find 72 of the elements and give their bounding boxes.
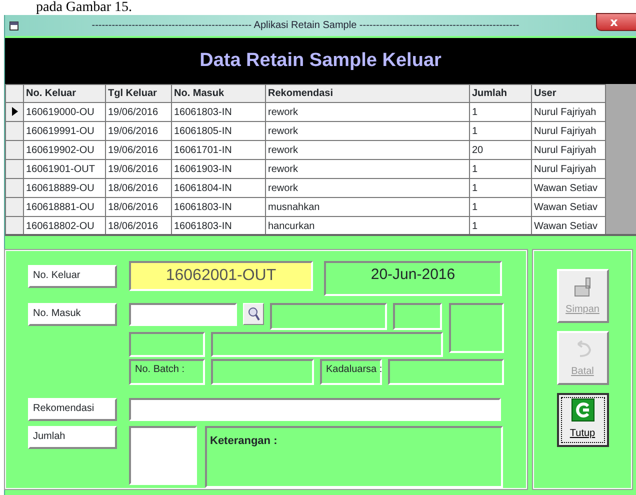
column-header[interactable]: No. Keluar bbox=[24, 84, 106, 102]
table-cell: Nurul Fajriyah bbox=[532, 122, 606, 140]
table-cell: 160618802-OU bbox=[24, 216, 106, 234]
table-cell: 160618889-OU bbox=[24, 178, 106, 198]
table-cell: 1 bbox=[470, 102, 532, 122]
table-cell: 16061803-IN bbox=[172, 198, 266, 216]
text-input[interactable] bbox=[129, 303, 237, 326]
table-cell: 16061805-IN bbox=[172, 122, 266, 140]
table-cell: Nurul Fajriyah bbox=[532, 140, 606, 160]
table-cell: Wawan Setiav bbox=[532, 216, 606, 234]
column-header[interactable]: Rekomendasi bbox=[266, 84, 470, 102]
table-cell: rework bbox=[266, 102, 470, 122]
display-field bbox=[449, 303, 504, 353]
number-field: 16062001-OUT bbox=[129, 261, 313, 291]
table-cell: 18/06/2016 bbox=[106, 178, 172, 198]
table-cell: Nurul Fajriyah bbox=[532, 102, 606, 122]
field-label: Rekomendasi bbox=[28, 398, 117, 421]
table-cell: 18/06/2016 bbox=[106, 216, 172, 234]
table-cell: 16061803-IN bbox=[172, 216, 266, 234]
text-area[interactable] bbox=[129, 426, 197, 485]
date-field: 20-Jun-2016 bbox=[324, 261, 502, 296]
field-label: Kadaluarsa : bbox=[320, 359, 382, 385]
table-cell: 1 bbox=[470, 216, 532, 234]
table-cell: 16061701-IN bbox=[172, 140, 266, 160]
column-header[interactable]: Jumlah bbox=[470, 84, 532, 102]
table-cell: 20 bbox=[470, 140, 532, 160]
table-cell: rework bbox=[266, 178, 470, 198]
caption-text: pada Gambar 15. bbox=[35, 0, 134, 15]
search-button[interactable] bbox=[243, 303, 264, 325]
page-heading: Data Retain Sample Keluar bbox=[5, 38, 636, 84]
column-header[interactable]: No. Masuk bbox=[172, 84, 266, 102]
close-button[interactable]: x bbox=[596, 13, 636, 31]
app-icon bbox=[9, 20, 19, 30]
field-label: No. Masuk bbox=[28, 303, 117, 326]
window-title: ------------------------------------------------ Aplikasi Retain Sample ------------------------------------------------ bbox=[90, 19, 520, 33]
table-cell: 160618881-OU bbox=[24, 198, 106, 216]
field-label: Jumlah bbox=[28, 426, 117, 449]
table-cell: rework bbox=[266, 140, 470, 160]
table-cell: 160619000-OU bbox=[24, 102, 106, 122]
table-cell: 1 bbox=[470, 198, 532, 216]
table-cell: rework bbox=[266, 160, 470, 178]
table-cell: hancurkan bbox=[266, 216, 470, 234]
text-input[interactable] bbox=[129, 398, 501, 421]
table-cell: Wawan Setiav bbox=[532, 178, 606, 198]
field-label: No. Batch : bbox=[129, 359, 205, 385]
table-cell: 160619902-OU bbox=[24, 140, 106, 160]
table-cell: 19/06/2016 bbox=[106, 160, 172, 178]
table-cell: Wawan Setiav bbox=[532, 198, 606, 216]
column-header[interactable]: User bbox=[532, 84, 606, 102]
field-label: No. Keluar bbox=[28, 265, 117, 288]
close-button[interactable]: Tutup bbox=[556, 393, 608, 447]
table-cell: rework bbox=[266, 122, 470, 140]
table-cell: 18/06/2016 bbox=[106, 198, 172, 216]
exit-icon bbox=[570, 398, 594, 422]
table-cell: 1 bbox=[470, 178, 532, 198]
notes-label: Keterangan : bbox=[210, 434, 278, 449]
table-cell: 1 bbox=[470, 122, 532, 140]
display-field bbox=[393, 303, 442, 330]
table-cell: 16061804-IN bbox=[172, 178, 266, 198]
table-cell: 16061803-IN bbox=[172, 102, 266, 122]
column-header[interactable]: Tgl Keluar bbox=[106, 84, 172, 102]
disk-icon bbox=[572, 276, 594, 298]
table-cell: Nurul Fajriyah bbox=[532, 160, 606, 178]
table-cell: 16061903-IN bbox=[172, 160, 266, 178]
search-icon bbox=[248, 307, 260, 321]
table-cell: 16061901-OUT bbox=[24, 160, 106, 178]
table-cell: musnahkan bbox=[266, 198, 470, 216]
table-cell: 160619991-OU bbox=[24, 122, 106, 140]
table-cell: 1 bbox=[470, 160, 532, 178]
table-cell: 19/06/2016 bbox=[106, 122, 172, 140]
table-cell: 19/06/2016 bbox=[106, 140, 172, 160]
table-cell: 19/06/2016 bbox=[106, 102, 172, 122]
